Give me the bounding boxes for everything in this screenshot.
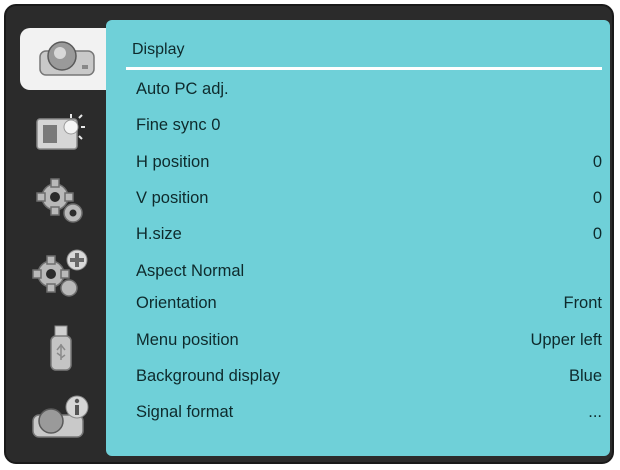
menu-item-orientation[interactable]: Orientation Front	[136, 289, 602, 319]
title-divider	[126, 67, 602, 70]
menu-item-value: Upper left	[530, 331, 602, 349]
menu-item-v-position[interactable]: V position 0	[136, 184, 602, 214]
menu-item-value: 0	[592, 153, 602, 171]
image-adjust-icon	[36, 114, 85, 150]
menu-panel: Display Auto PC adj. Fine sync 0 H posit…	[106, 20, 610, 456]
menu-title: Display	[132, 41, 185, 58]
menu-item-aspect[interactable]: Aspect Normal	[136, 257, 602, 287]
usb-icon	[50, 325, 72, 371]
menu-item-h-size[interactable]: H.size 0	[136, 220, 602, 250]
sidebar-item-advanced[interactable]	[22, 248, 100, 298]
sidebar-item-display[interactable]	[20, 28, 116, 90]
info-icon	[32, 395, 89, 438]
menu-item-value: Blue	[568, 367, 602, 385]
menu-item-label: Aspect Normal	[136, 262, 245, 280]
menu-item-label: Signal format	[136, 403, 234, 421]
sidebar	[16, 16, 116, 456]
advanced-gear-icon	[32, 249, 88, 297]
osd-menu-frame: Display Auto PC adj. Fine sync 0 H posit…	[4, 4, 614, 464]
menu-item-label: Fine sync 0	[136, 116, 221, 134]
menu-item-value: 0	[592, 189, 602, 207]
menu-item-menu-position[interactable]: Menu position Upper left	[136, 326, 602, 356]
menu-item-label: Auto PC adj.	[136, 80, 229, 98]
sidebar-item-image-adjust[interactable]	[22, 108, 100, 158]
menu-item-label: Background display	[136, 367, 281, 385]
menu-item-h-position[interactable]: H position 0	[136, 148, 602, 178]
menu-item-auto-pc-adj[interactable]: Auto PC adj.	[136, 75, 602, 105]
menu-item-label: H position	[136, 153, 210, 171]
menu-item-label: Orientation	[136, 294, 217, 312]
sidebar-item-info[interactable]	[22, 394, 100, 444]
menu-item-value: ...	[588, 403, 602, 421]
menu-item-label: Menu position	[136, 331, 239, 349]
menu-item-label: V position	[136, 189, 209, 207]
menu-item-value: Front	[563, 294, 602, 312]
sidebar-item-usb[interactable]	[22, 324, 100, 374]
gear-icon	[36, 178, 83, 223]
sidebar-item-setup[interactable]	[22, 176, 100, 226]
display-icon	[39, 41, 95, 76]
menu-item-value: 0	[592, 225, 602, 243]
menu-item-label: H.size	[136, 225, 182, 243]
menu-item-signal-format[interactable]: Signal format ...	[136, 398, 602, 428]
menu-item-fine-sync[interactable]: Fine sync 0	[136, 111, 602, 141]
menu-item-background-display[interactable]: Background display Blue	[136, 362, 602, 392]
